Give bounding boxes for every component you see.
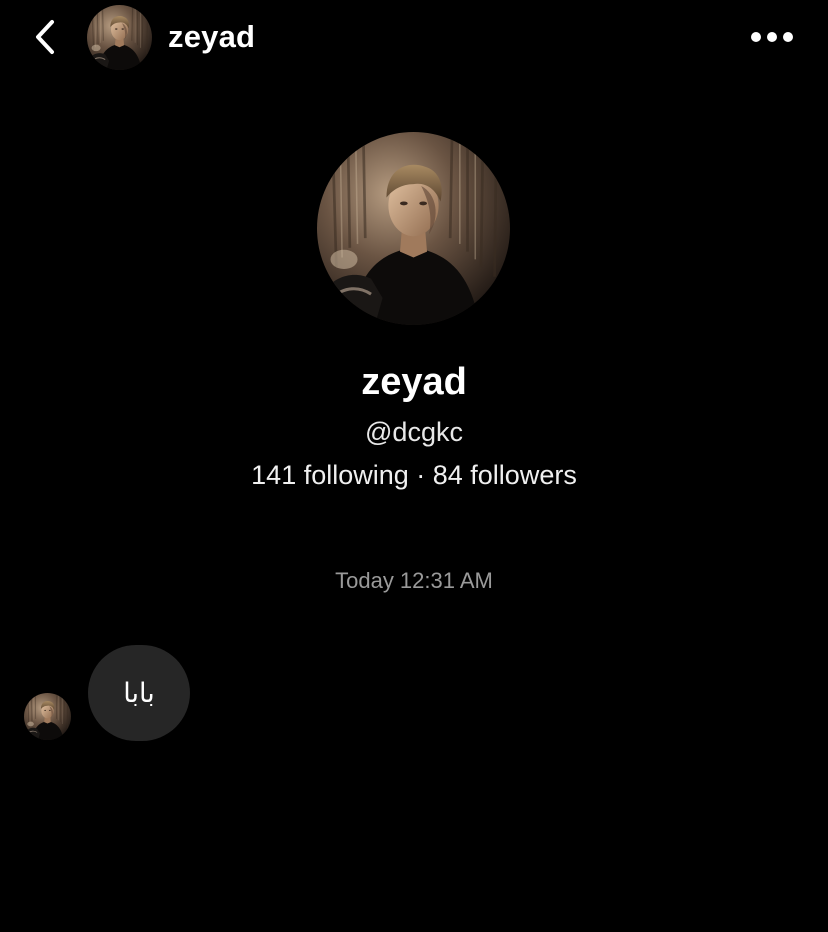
profile-follow-stats: 141 following · 84 followers [251, 460, 577, 490]
profile-handle: @dcgkc [365, 417, 463, 447]
chat-header: zeyad [0, 0, 828, 76]
more-horizontal-icon [750, 31, 794, 43]
more-options-button[interactable] [744, 16, 800, 58]
profile-avatar[interactable] [317, 132, 510, 325]
message-bubble[interactable]: بابا [88, 645, 190, 741]
profile-name: zeyad [361, 361, 467, 403]
back-button[interactable] [22, 14, 68, 60]
header-avatar[interactable] [87, 5, 152, 70]
message-text: بابا [123, 677, 155, 709]
sender-avatar[interactable] [24, 693, 71, 740]
chevron-left-icon [33, 19, 57, 55]
header-username[interactable]: zeyad [168, 18, 255, 56]
message-timestamp: Today 12:31 AM [335, 568, 493, 593]
